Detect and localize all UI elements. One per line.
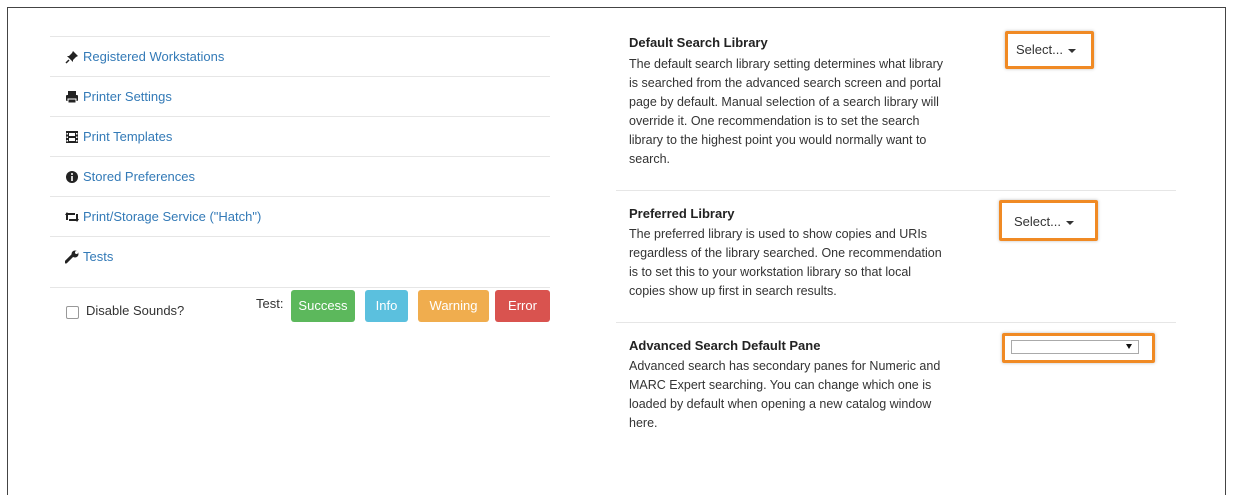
setting-description: Advanced search has secondary panes for …: [629, 357, 974, 433]
nav-link-label[interactable]: Stored Preferences: [83, 169, 195, 184]
caret-down-icon: [1067, 48, 1076, 53]
setting-advanced-search-default-pane: Advanced Search Default Pane Advanced se…: [616, 322, 1176, 453]
test-label: Test:: [256, 296, 284, 311]
pushpin-icon: [64, 50, 80, 64]
setting-title: Preferred Library: [629, 206, 735, 221]
setting-title: Default Search Library: [629, 35, 768, 50]
select-label: Select...: [1014, 214, 1061, 229]
desc-line: here.: [629, 416, 658, 430]
nav-item-printer-settings[interactable]: Printer Settings: [50, 76, 550, 116]
advanced-search-pane-select[interactable]: [1002, 333, 1155, 363]
wrench-icon: [64, 250, 80, 264]
desc-line: MARC Expert searching. You can change wh…: [629, 378, 932, 392]
dropdown-arrow-icon: [1126, 344, 1132, 349]
desc-line: loaded by default when opening a new cat…: [629, 397, 932, 411]
admin-nav: Registered Workstations Printer Settings…: [50, 36, 550, 276]
nav-link-label[interactable]: Print/Storage Service ("Hatch"): [83, 209, 261, 224]
select-label: Select...: [1016, 42, 1063, 57]
desc-line: The preferred library is used to show co…: [629, 227, 928, 241]
desc-line: override it. One recommendation is to se…: [629, 114, 920, 128]
info-circle-icon: [64, 170, 80, 184]
film-icon: [64, 130, 80, 144]
desc-line: page by default. Manual selection of a s…: [629, 95, 939, 109]
nav-item-tests[interactable]: Tests: [50, 236, 550, 276]
disable-sounds-checkbox[interactable]: [66, 306, 79, 319]
desc-line: is to set this to your workstation libra…: [629, 265, 912, 279]
preferred-library-select[interactable]: Select...: [999, 200, 1098, 241]
test-info-button[interactable]: Info: [365, 290, 408, 322]
desc-line: The default search library setting deter…: [629, 57, 944, 71]
printer-icon: [64, 90, 80, 104]
nav-item-stored-preferences[interactable]: Stored Preferences: [50, 156, 550, 196]
desc-line: search.: [629, 152, 670, 166]
desc-line: regardless of the library searched. One …: [629, 246, 942, 260]
desc-line: library to the highest point you would n…: [629, 133, 927, 147]
nav-item-registered-workstations[interactable]: Registered Workstations: [50, 36, 550, 76]
desc-line: Advanced search has secondary panes for …: [629, 359, 941, 373]
setting-description: The default search library setting deter…: [629, 55, 974, 169]
setting-default-search-library: Default Search Library The default searc…: [616, 28, 1176, 190]
sound-settings-row: Disable Sounds? Test: Success Info Warni…: [50, 287, 550, 328]
setting-description: The preferred library is used to show co…: [629, 225, 974, 301]
nav-item-print-templates[interactable]: Print Templates: [50, 116, 550, 156]
nav-link-label[interactable]: Registered Workstations: [83, 49, 224, 64]
nav-item-hatch[interactable]: Print/Storage Service ("Hatch"): [50, 196, 550, 236]
default-search-library-select[interactable]: Select...: [1005, 31, 1094, 69]
nav-link-label[interactable]: Tests: [83, 249, 113, 264]
setting-title: Advanced Search Default Pane: [629, 338, 821, 353]
disable-sounds-label: Disable Sounds?: [86, 303, 185, 318]
test-success-button[interactable]: Success: [291, 290, 355, 322]
pane-select-box[interactable]: [1011, 340, 1139, 354]
nav-link-label[interactable]: Printer Settings: [83, 89, 172, 104]
test-warning-button[interactable]: Warning: [418, 290, 489, 322]
desc-line: copies show up first in search results.: [629, 284, 837, 298]
setting-preferred-library: Preferred Library The preferred library …: [616, 190, 1176, 323]
desc-line: is searched from the advanced search scr…: [629, 76, 941, 90]
caret-down-icon: [1065, 220, 1074, 225]
test-error-button[interactable]: Error: [495, 290, 550, 322]
retweet-icon: [64, 210, 80, 224]
nav-link-label[interactable]: Print Templates: [83, 129, 172, 144]
